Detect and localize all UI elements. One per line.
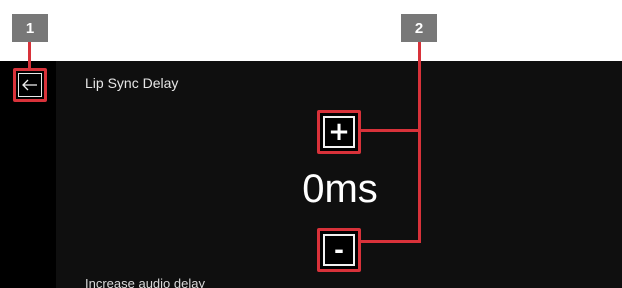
decrease-delay-button[interactable]: - (317, 228, 361, 272)
callout-badge-1: 1 (12, 14, 48, 42)
plus-icon: + (323, 116, 355, 148)
delay-value: 0ms (302, 167, 378, 211)
hint-text: Increase audio delay (85, 276, 205, 288)
increase-delay-button[interactable]: + (317, 110, 361, 154)
callout-2-leader-minus (361, 240, 421, 243)
back-button[interactable] (13, 68, 47, 102)
callout-badge-2: 2 (401, 14, 437, 42)
back-arrow-icon (18, 73, 42, 97)
callout-2-leader-plus (361, 129, 421, 132)
callout-1-leader (28, 42, 31, 70)
callout-2-leader (418, 42, 421, 243)
page-title: Lip Sync Delay (85, 75, 179, 91)
minus-icon: - (323, 234, 355, 266)
